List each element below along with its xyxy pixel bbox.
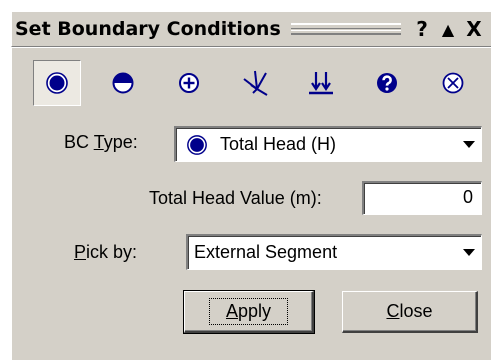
nodal-flux-icon xyxy=(243,70,268,96)
unit-flux-icon xyxy=(179,73,199,93)
bc-type-label-prefix: BC xyxy=(64,132,94,152)
bc-type-dropdown[interactable]: Total Head (H) xyxy=(174,126,482,162)
drag-grip[interactable] xyxy=(290,23,402,35)
apply-focus-rect: Apply xyxy=(208,298,289,325)
bc-type-value-text: Total Head (H) xyxy=(220,134,337,154)
chevron-down-icon xyxy=(463,140,475,148)
total-head-value-input[interactable]: 0 xyxy=(362,181,482,215)
pressure-head-icon xyxy=(112,72,134,94)
pick-by-value: External Segment xyxy=(194,242,338,262)
bc-type-label: BC Type: xyxy=(64,132,138,153)
apply-button-label: Apply xyxy=(225,301,272,321)
pick-by-label-mnemonic: P xyxy=(74,242,87,262)
total-head-icon xyxy=(46,72,68,94)
no-flow-button[interactable] xyxy=(429,60,477,106)
bc-type-dropdown-arrow[interactable] xyxy=(457,128,481,161)
dialog-body: BC Type: Total Head (H) Total Head Value… xyxy=(11,48,491,360)
pick-by-dropdown-arrow[interactable] xyxy=(457,236,481,269)
help-button[interactable]: ? xyxy=(409,14,435,44)
unknown-bc-button[interactable] xyxy=(363,60,411,106)
bc-type-label-suffix: ype: xyxy=(103,132,138,152)
total-head-button[interactable] xyxy=(33,60,81,106)
unit-flux-button[interactable] xyxy=(165,60,213,106)
no-flow-icon xyxy=(442,72,464,94)
pick-by-label-suffix: ick by: xyxy=(86,242,138,262)
bc-type-label-mnemonic: T xyxy=(93,132,104,152)
close-window-button[interactable]: X xyxy=(461,14,487,44)
infiltration-button[interactable] xyxy=(297,60,345,106)
bc-type-toolbar xyxy=(33,60,483,110)
title-bar[interactable]: Set Boundary Conditions ? ▲ X xyxy=(11,11,491,47)
close-button-label: Close xyxy=(386,301,433,321)
chevron-down-icon xyxy=(463,248,475,256)
nodal-flux-button[interactable] xyxy=(231,60,279,106)
bc-type-value: Total Head (H) xyxy=(176,134,457,156)
pick-by-label: Pick by: xyxy=(74,242,137,263)
window-title: Set Boundary Conditions xyxy=(15,18,281,40)
total-head-icon xyxy=(187,134,207,155)
total-head-value-label: Total Head Value (m): xyxy=(149,188,322,208)
collapse-button[interactable]: ▲ xyxy=(435,14,461,44)
close-button[interactable]: Close xyxy=(342,291,478,333)
infiltration-icon xyxy=(309,72,333,95)
apply-button[interactable]: Apply xyxy=(183,290,315,334)
question-icon xyxy=(377,73,397,93)
pressure-head-button[interactable] xyxy=(99,60,147,106)
pick-by-dropdown[interactable]: External Segment xyxy=(186,234,482,270)
set-boundary-conditions-panel: Set Boundary Conditions ? ▲ X BC Type: T… xyxy=(0,0,498,360)
